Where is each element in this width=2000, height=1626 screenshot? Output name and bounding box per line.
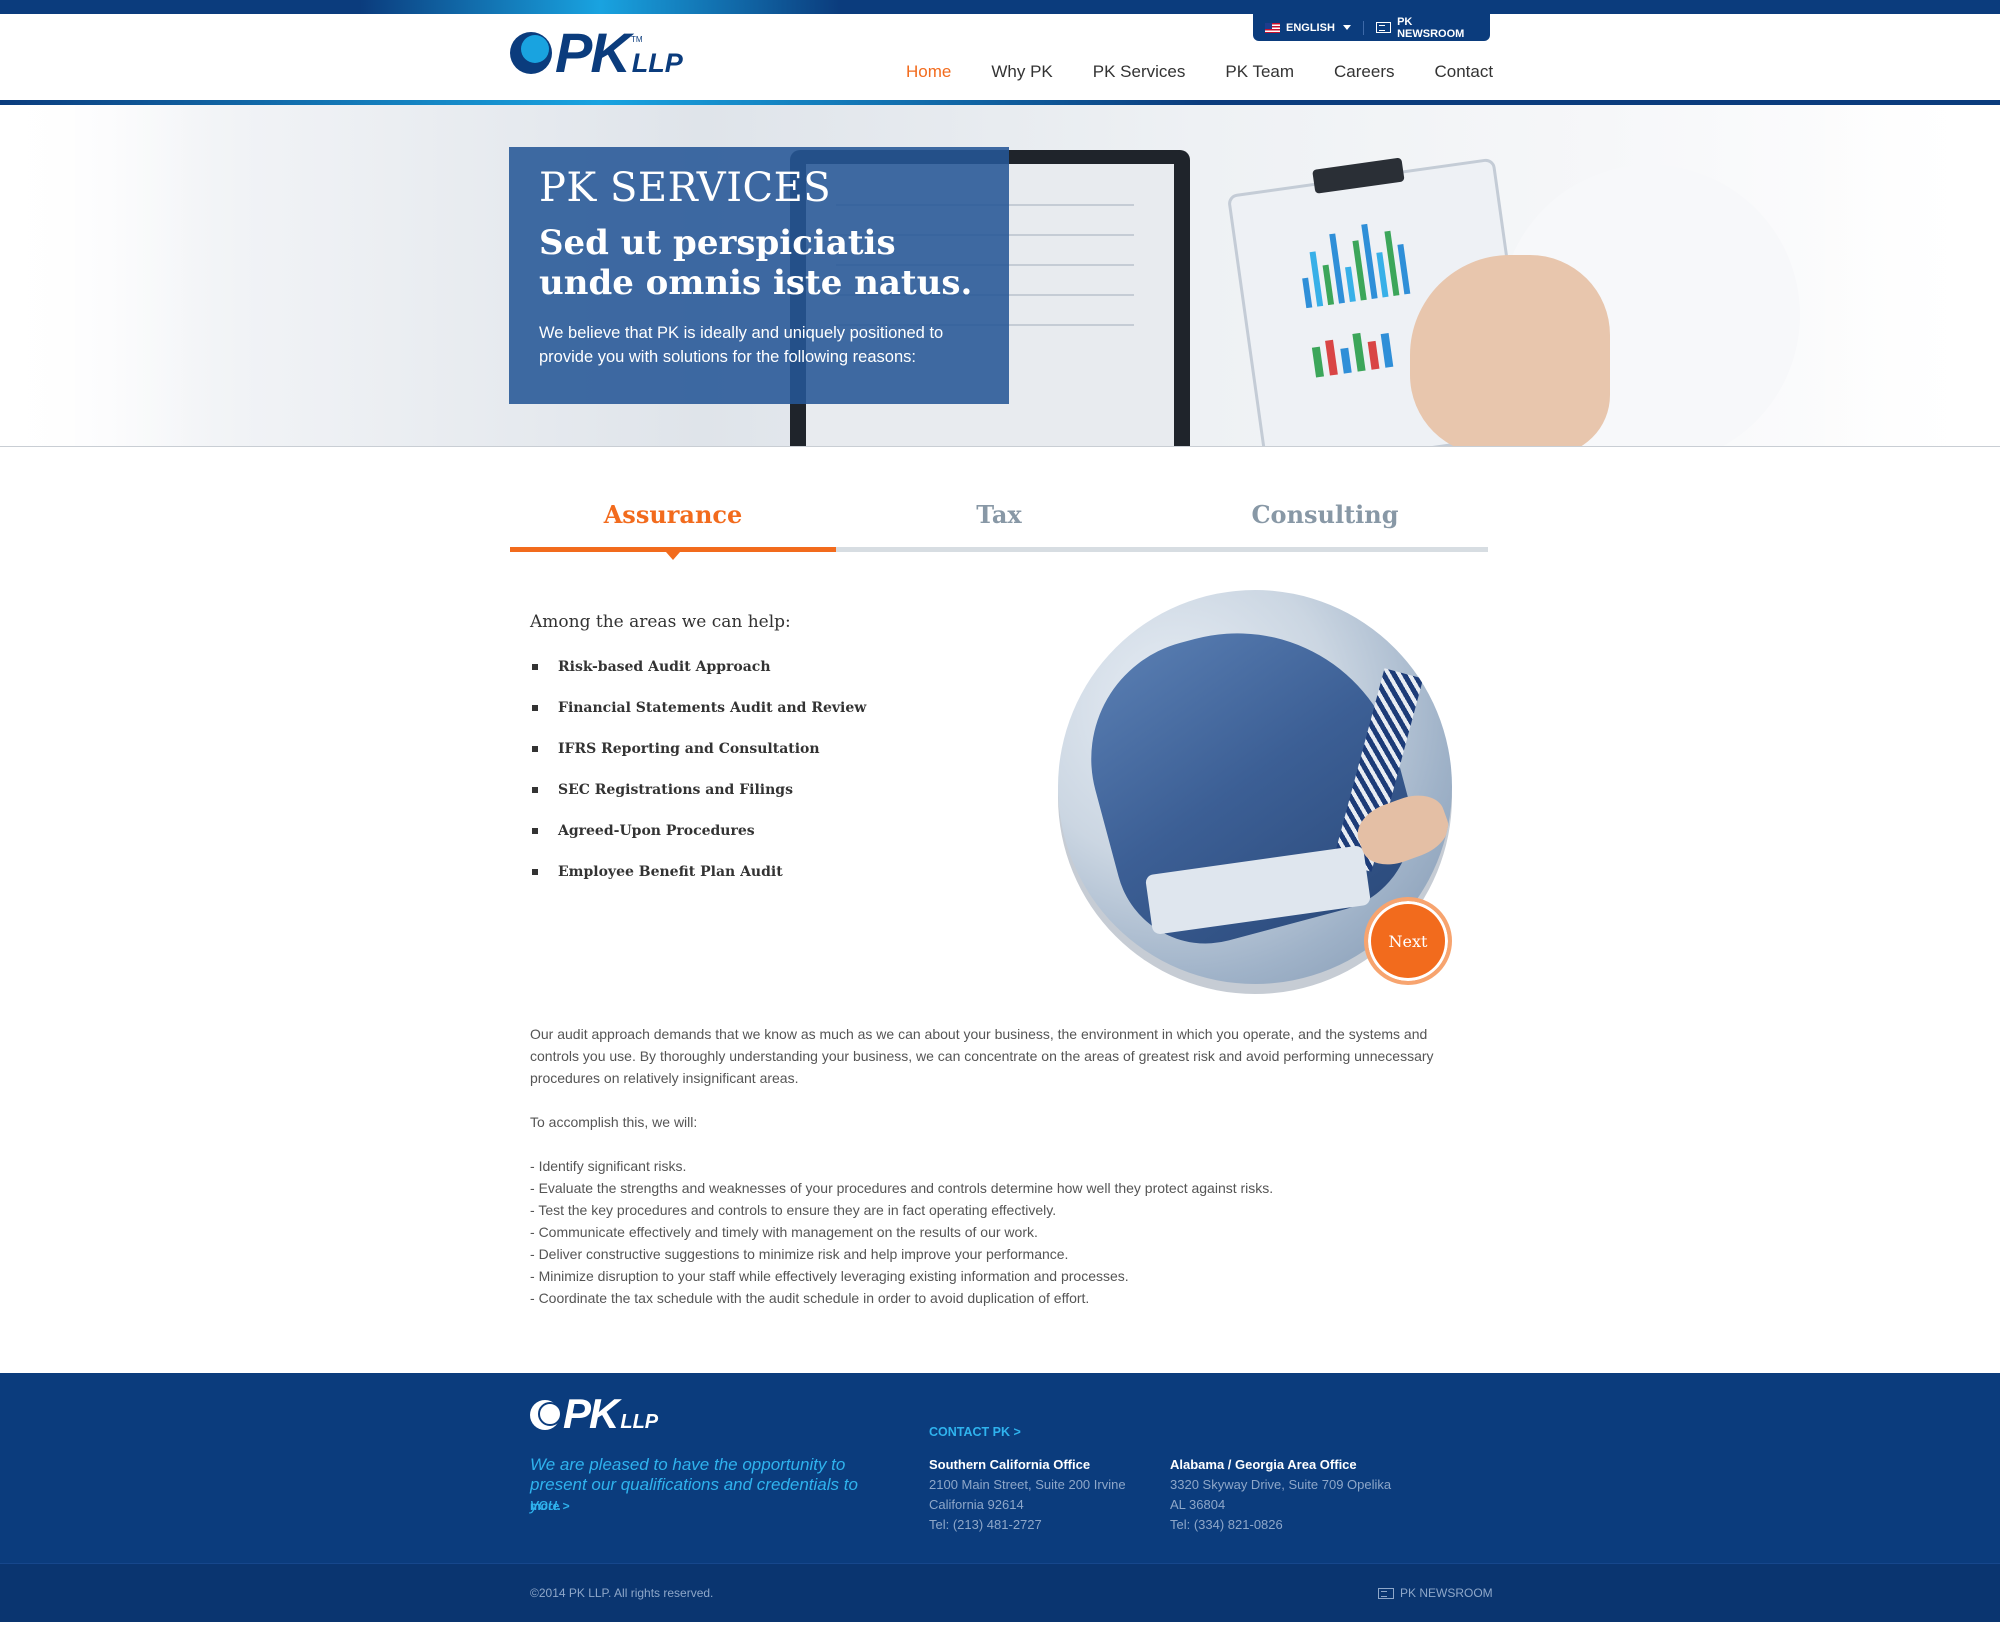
office-address: California 92614 — [929, 1497, 1024, 1512]
list-item: SEC Registrations and Filings — [530, 780, 866, 821]
list-item: Evaluate the strengths and weaknesses of… — [530, 1177, 1470, 1199]
list-item: Deliver constructive suggestions to mini… — [530, 1243, 1470, 1265]
contact-link[interactable]: CONTACT PK > — [929, 1425, 1021, 1439]
newspaper-icon — [1378, 1587, 1394, 1599]
list-item: Risk-based Audit Approach — [530, 657, 866, 698]
office-alabama-georgia: Alabama / Georgia Area Office 3320 Skywa… — [1170, 1455, 1391, 1535]
assurance-description: Our audit approach demands that we know … — [530, 1023, 1470, 1309]
action-list: Identify significant risks. Evaluate the… — [530, 1155, 1470, 1309]
list-item: Minimize disruption to your staff while … — [530, 1265, 1470, 1287]
more-link[interactable]: more > — [530, 1499, 570, 1513]
logo-suffix: LLP — [631, 48, 683, 78]
office-address: 2100 Main Street, Suite 200 Irvine — [929, 1477, 1126, 1492]
top-strip — [0, 0, 2000, 14]
list-item: Agreed-Upon Procedures — [530, 821, 866, 862]
footer-bottom-bar — [0, 1563, 2000, 1622]
hero-kicker: PK SERVICES — [539, 165, 832, 211]
office-address: AL 36804 — [1170, 1497, 1226, 1512]
newsroom-label: PK NEWSROOM — [1400, 1586, 1493, 1600]
office-title: Southern California Office — [929, 1457, 1091, 1472]
list-item: Identify significant risks. — [530, 1155, 1470, 1177]
office-phone: Tel: (334) 821-0826 — [1170, 1517, 1283, 1532]
chevron-down-icon — [1342, 25, 1351, 30]
lead-in-text: To accomplish this, we will: — [530, 1114, 698, 1130]
hero-border — [0, 446, 2000, 447]
nav-item-pk-services[interactable]: PK Services — [1073, 54, 1206, 105]
logo-text: PK — [555, 21, 631, 84]
list-item: Communicate effectively and timely with … — [530, 1221, 1470, 1243]
nav-item-contact[interactable]: Contact — [1415, 54, 1514, 105]
hero-card: PK SERVICES Sed ut perspiciatis unde omn… — [509, 147, 1009, 404]
logo-suffix: LLP — [620, 1411, 659, 1433]
footer-tagline: We are pleased to have the opportunity t… — [530, 1455, 858, 1514]
logo-text: PK — [563, 1390, 619, 1437]
nav-item-home[interactable]: Home — [886, 54, 972, 105]
logo-mark-icon — [510, 32, 552, 74]
office-address: 3320 Skyway Drive, Suite 709 Opelika — [1170, 1477, 1392, 1492]
office-title: Alabama / Georgia Area Office — [1170, 1457, 1357, 1472]
newspaper-icon — [1375, 22, 1392, 33]
list-item: Employee Benefit Plan Audit — [530, 862, 866, 903]
tab-tax[interactable]: Tax — [836, 490, 1162, 552]
areas-list: Risk-based Audit Approach Financial Stat… — [530, 657, 866, 903]
list-item: IFRS Reporting and Consultation — [530, 739, 866, 780]
hero-description: We believe that PK is ideally and unique… — [539, 324, 944, 366]
footer-logo[interactable]: PK LLP — [530, 1390, 659, 1437]
list-item: Financial Statements Audit and Review — [530, 698, 866, 739]
nav-item-pk-team[interactable]: PK Team — [1205, 54, 1314, 105]
areas-heading: Among the areas we can help: — [530, 612, 791, 632]
office-southern-california: Southern California Office 2100 Main Str… — [929, 1455, 1126, 1535]
list-item: Test the key procedures and controls to … — [530, 1199, 1470, 1221]
office-phone: Tel: (213) 481-2727 — [929, 1517, 1042, 1532]
nav-item-why-pk[interactable]: Why PK — [971, 54, 1072, 105]
logo-mark-icon — [530, 1400, 562, 1430]
newsroom-link[interactable]: PK NEWSROOM — [1364, 14, 1490, 41]
language-label: ENGLISH — [1286, 21, 1335, 34]
copyright: ©2014 PK LLP. All rights reserved. — [530, 1586, 714, 1600]
list-item: Coordinate the tax schedule with the aud… — [530, 1287, 1470, 1309]
tab-consulting[interactable]: Consulting — [1162, 490, 1488, 552]
newsroom-label: PK NEWSROOM — [1397, 15, 1465, 40]
hand-illustration — [1410, 255, 1610, 447]
footer-newsroom-link[interactable]: PK NEWSROOM — [1378, 1586, 1493, 1600]
us-flag-icon — [1265, 22, 1280, 33]
next-button[interactable]: Next — [1364, 897, 1452, 985]
tab-assurance[interactable]: Assurance — [510, 490, 836, 560]
description-paragraph: Our audit approach demands that we know … — [530, 1026, 1434, 1086]
utility-bar: ENGLISH PK NEWSROOM — [1253, 14, 1490, 41]
main-nav: Home Why PK PK Services PK Team Careers … — [886, 54, 1513, 105]
logo-trademark: TM — [631, 35, 643, 44]
nav-item-careers[interactable]: Careers — [1314, 54, 1414, 105]
language-selector[interactable]: ENGLISH — [1253, 14, 1363, 41]
hero-title: Sed ut perspiciatis unde omnis iste natu… — [539, 223, 973, 303]
service-tabs: Assurance Tax Consulting — [510, 490, 1488, 560]
site-logo[interactable]: PK LLP TM — [510, 21, 683, 84]
